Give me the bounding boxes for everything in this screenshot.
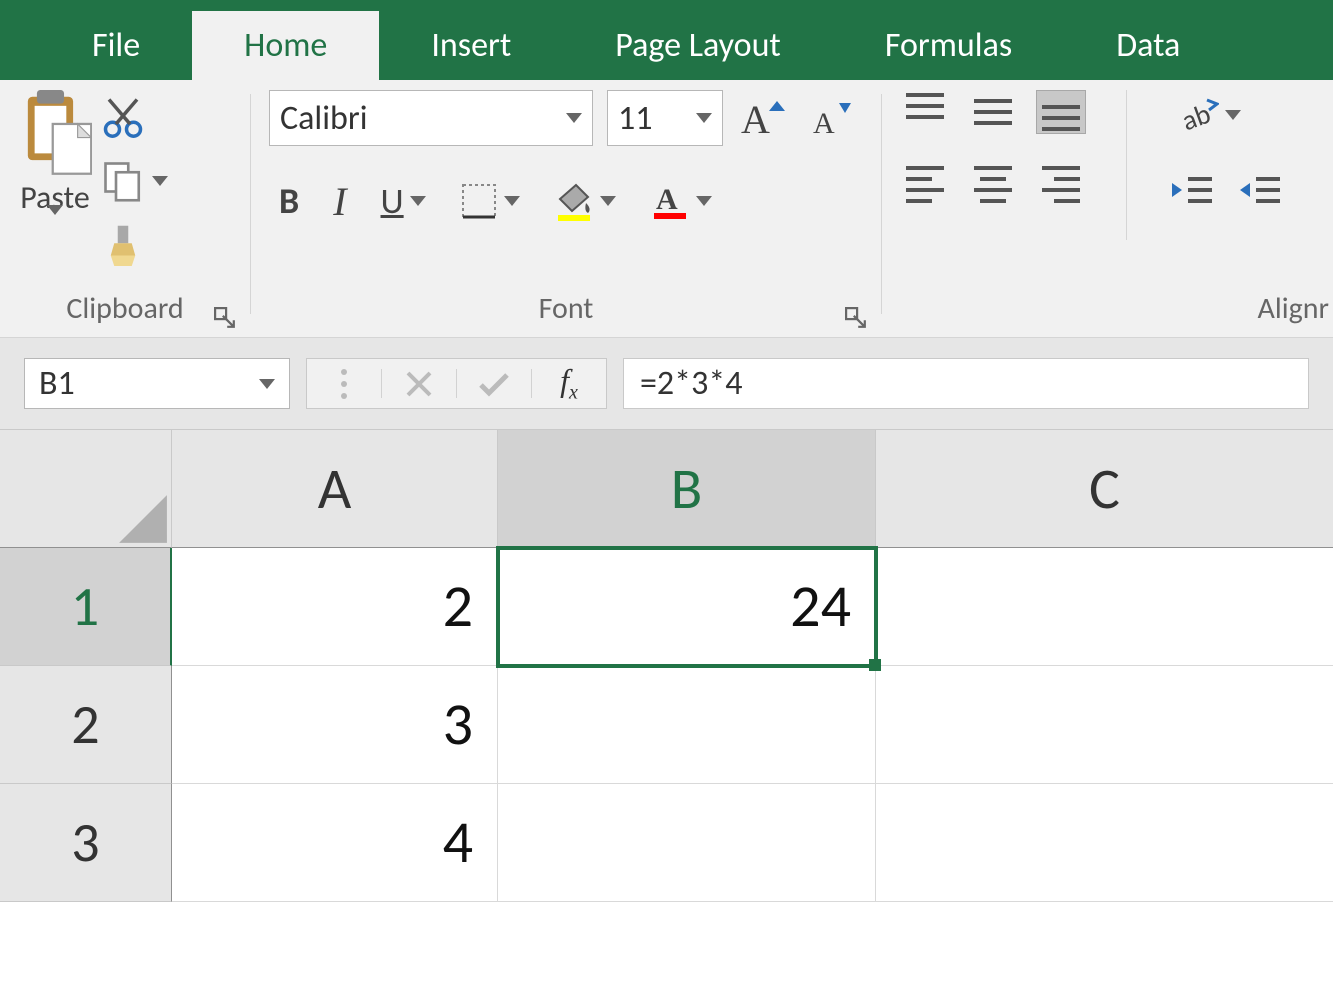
clipboard-group-label: Clipboard bbox=[66, 290, 183, 327]
align-right-button[interactable] bbox=[1036, 162, 1086, 206]
tab-file[interactable]: File bbox=[40, 11, 192, 80]
chevron-down-icon bbox=[152, 176, 168, 186]
cell-C2[interactable] bbox=[876, 666, 1333, 784]
increase-font-size-button[interactable]: A bbox=[737, 91, 793, 145]
align-top-icon bbox=[906, 93, 944, 131]
column-header-B[interactable]: B bbox=[498, 430, 876, 548]
row-header-1[interactable]: 1 bbox=[0, 548, 172, 666]
ribbon-tabs: File Home Insert Page Layout Formulas Da… bbox=[0, 0, 1333, 80]
align-bottom-icon bbox=[1042, 93, 1080, 131]
formula-options-button[interactable] bbox=[307, 366, 381, 402]
tab-insert[interactable]: Insert bbox=[379, 11, 563, 80]
x-icon bbox=[404, 369, 434, 399]
align-center-icon bbox=[974, 166, 1012, 203]
orientation-icon: ab bbox=[1177, 94, 1219, 136]
borders-button[interactable] bbox=[450, 176, 530, 226]
column-header-C[interactable]: C bbox=[876, 430, 1333, 548]
tab-page-layout[interactable]: Page Layout bbox=[563, 11, 833, 80]
chevron-down-icon bbox=[259, 379, 275, 389]
cell-A2[interactable]: 3 bbox=[172, 666, 498, 784]
tab-formulas[interactable]: Formulas bbox=[833, 11, 1064, 80]
insert-function-button[interactable]: fx bbox=[532, 362, 606, 404]
cell-B1[interactable]: 24 bbox=[498, 548, 876, 666]
chevron-down-icon bbox=[600, 196, 616, 206]
font-size-combo[interactable]: 11 bbox=[607, 90, 723, 146]
bold-button[interactable]: B bbox=[269, 176, 309, 226]
format-painter-button[interactable] bbox=[100, 222, 170, 268]
cell-C1[interactable] bbox=[876, 548, 1333, 666]
borders-icon bbox=[460, 182, 498, 220]
scissors-icon bbox=[102, 96, 144, 138]
column-header-A[interactable]: A bbox=[172, 430, 498, 548]
copy-icon bbox=[102, 160, 144, 202]
cancel-formula-button[interactable] bbox=[382, 369, 456, 399]
row-header-2[interactable]: 2 bbox=[0, 666, 172, 784]
chevron-down-icon bbox=[696, 113, 712, 123]
font-color-button[interactable]: A bbox=[640, 176, 722, 226]
clipboard-launcher[interactable] bbox=[214, 301, 236, 323]
align-top-button[interactable] bbox=[900, 90, 950, 134]
svg-text:A: A bbox=[813, 107, 835, 140]
align-center-button[interactable] bbox=[968, 162, 1018, 206]
copy-button[interactable] bbox=[100, 158, 170, 204]
cell-B2[interactable] bbox=[498, 666, 876, 784]
paste-button[interactable]: Paste bbox=[18, 90, 100, 234]
paste-dropdown[interactable] bbox=[47, 215, 63, 234]
increase-indent-button[interactable] bbox=[1235, 168, 1285, 212]
align-bottom-button[interactable] bbox=[1036, 90, 1086, 134]
chevron-down-icon bbox=[410, 196, 426, 206]
align-middle-icon bbox=[974, 93, 1012, 131]
align-middle-button[interactable] bbox=[968, 90, 1018, 134]
ribbon: Paste bbox=[0, 80, 1333, 338]
check-icon bbox=[477, 371, 511, 397]
chevron-down-icon bbox=[566, 113, 582, 123]
font-group-label: Font bbox=[539, 290, 594, 327]
align-left-icon bbox=[906, 166, 944, 203]
row-header-3[interactable]: 3 bbox=[0, 784, 172, 902]
select-all-triangle-icon bbox=[117, 493, 169, 545]
fx-icon: fx bbox=[560, 362, 578, 404]
decrease-font-icon: A bbox=[811, 95, 857, 141]
svg-text:A: A bbox=[741, 97, 770, 141]
cell-A1[interactable]: 2 bbox=[172, 548, 498, 666]
dialog-launcher-icon bbox=[845, 307, 867, 329]
font-name-combo[interactable]: Calibri bbox=[269, 90, 593, 146]
dialog-launcher-icon bbox=[214, 307, 236, 329]
font-color-icon: A bbox=[650, 181, 690, 221]
increase-font-icon: A bbox=[741, 95, 789, 141]
cell-A3[interactable]: 4 bbox=[172, 784, 498, 902]
orientation-button[interactable]: ab bbox=[1167, 90, 1251, 140]
brush-icon bbox=[102, 224, 144, 266]
decrease-indent-icon bbox=[1170, 171, 1214, 209]
bucket-icon bbox=[554, 181, 594, 221]
cut-button[interactable] bbox=[100, 94, 170, 140]
svg-text:A: A bbox=[656, 183, 678, 216]
paste-icon bbox=[18, 90, 92, 176]
underline-button[interactable]: U bbox=[371, 176, 436, 226]
formula-input[interactable]: =2*3*4 bbox=[623, 358, 1309, 409]
chevron-down-icon bbox=[1225, 110, 1241, 120]
formula-bar: B1 fx =2*3*4 bbox=[0, 338, 1333, 430]
spreadsheet-grid: A B C 1 2 24 2 3 3 4 bbox=[0, 430, 1333, 902]
chevron-down-icon bbox=[696, 196, 712, 206]
font-launcher[interactable] bbox=[845, 301, 867, 323]
select-all-button[interactable] bbox=[0, 430, 172, 548]
cell-B3[interactable] bbox=[498, 784, 876, 902]
increase-indent-icon bbox=[1238, 171, 1282, 209]
name-box[interactable]: B1 bbox=[24, 358, 290, 409]
fill-color-button[interactable] bbox=[544, 176, 626, 226]
enter-formula-button[interactable] bbox=[457, 371, 531, 397]
italic-button[interactable]: I bbox=[323, 176, 356, 226]
align-right-icon bbox=[1042, 166, 1080, 203]
alignment-group-label: Alignr bbox=[1258, 290, 1329, 327]
tab-home[interactable]: Home bbox=[192, 11, 379, 80]
decrease-indent-button[interactable] bbox=[1167, 168, 1217, 212]
decrease-font-size-button[interactable]: A bbox=[807, 91, 861, 145]
align-left-button[interactable] bbox=[900, 162, 950, 206]
tab-data[interactable]: Data bbox=[1064, 11, 1232, 80]
dots-icon bbox=[338, 366, 350, 402]
chevron-down-icon bbox=[504, 196, 520, 206]
cell-C3[interactable] bbox=[876, 784, 1333, 902]
